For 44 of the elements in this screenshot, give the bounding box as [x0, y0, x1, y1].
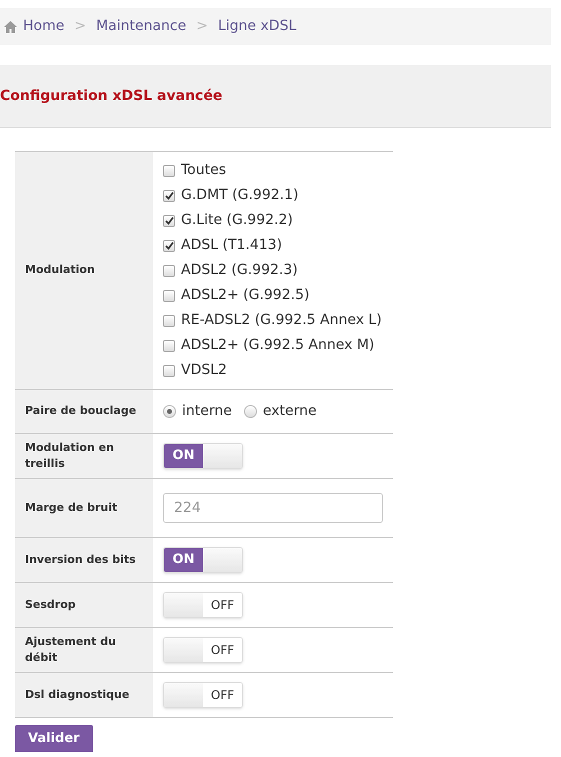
submit-button[interactable]: Valider [15, 725, 93, 752]
row-label-cell: Inversion des bits [15, 538, 153, 582]
breadcrumb-separator: > [196, 17, 208, 36]
home-icon [4, 20, 17, 32]
toggle-switch[interactable]: ON [163, 443, 243, 469]
breadcrumb-link[interactable]: Maintenance [96, 16, 186, 37]
checkbox-label: Toutes [181, 161, 226, 180]
radio-button[interactable] [244, 405, 257, 418]
checkbox[interactable] [163, 164, 175, 176]
breadcrumb-separator: > [74, 17, 86, 36]
row-label-cell: Paire de bouclage [15, 390, 153, 433]
checkbox[interactable] [163, 290, 175, 302]
checkbox[interactable] [163, 240, 175, 252]
toggle-switch[interactable]: OFF [163, 682, 243, 708]
breadcrumb-link[interactable]: Ligne xDSL [218, 16, 296, 37]
checkbox[interactable] [163, 190, 175, 202]
checkbox-label: G.DMT (G.992.1) [181, 186, 298, 205]
radio-label: interne [182, 402, 232, 421]
row-label-cell: Marge de bruit [15, 479, 153, 537]
row-label-cell: Dsl diagnostique [15, 673, 153, 717]
breadcrumb-link[interactable]: Home [23, 16, 64, 37]
checkbox-label: ADSL (T1.413) [181, 236, 282, 255]
row-label-cell: Modulation en treillis [15, 434, 153, 478]
radio-label: externe [262, 402, 317, 421]
checkbox-label: VDSL2 [181, 361, 227, 380]
checkbox-label: ADSL2+ (G.992.5) [181, 286, 310, 305]
row-label-cell: Ajustement du débit [15, 628, 153, 672]
checkbox[interactable] [163, 340, 175, 352]
checkbox-label: ADSL2+ (G.992.5 Annex M) [181, 336, 374, 355]
toggle-switch[interactable]: OFF [163, 637, 243, 663]
toggle-switch[interactable]: OFF [163, 592, 243, 618]
checkbox-label: RE-ADSL2 (G.992.5 Annex L) [181, 311, 382, 330]
checkbox-label: ADSL2 (G.992.3) [181, 261, 298, 280]
section-title: Configuration xDSL avancée [0, 86, 222, 106]
row-label-cell: Sesdrop [15, 583, 153, 627]
checkbox[interactable] [163, 364, 175, 376]
row-label-cell: Modulation [15, 152, 153, 389]
noise-margin-field[interactable]: 224 [163, 493, 383, 523]
checkbox-label: G.Lite (G.992.2) [181, 211, 293, 230]
checkbox[interactable] [163, 214, 175, 226]
checkbox[interactable] [163, 264, 175, 276]
toggle-switch[interactable]: ON [163, 547, 243, 573]
radio-button[interactable] [163, 405, 176, 418]
checkbox[interactable] [163, 314, 175, 326]
